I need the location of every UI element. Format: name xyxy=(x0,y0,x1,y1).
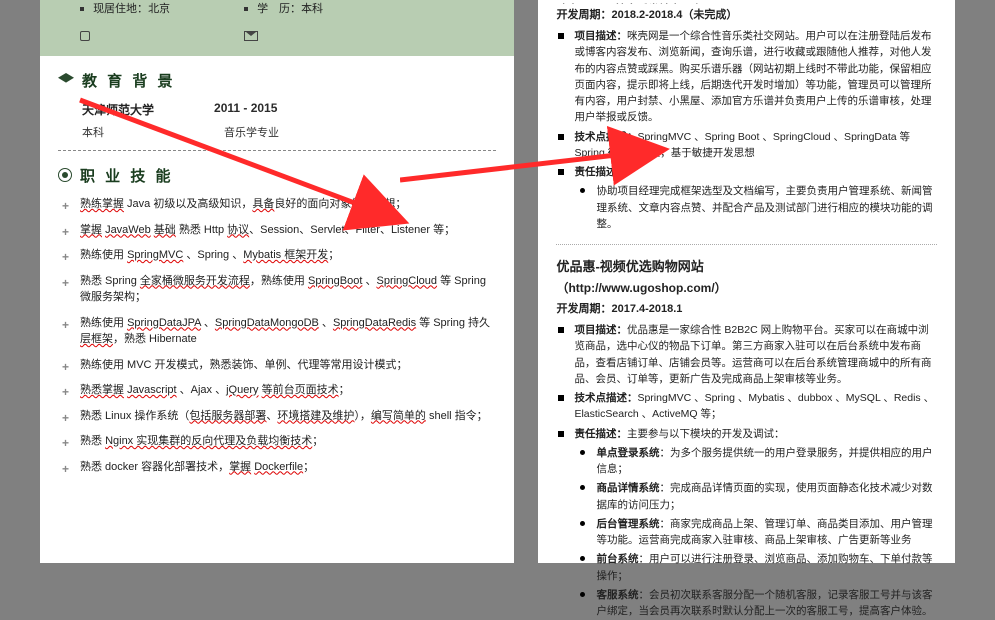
proj2-bullets: 项目描述：优品惠是一家综合性 B2B2C 网上购物平台。买家可以在商城中浏览商品… xyxy=(556,322,937,620)
edu-title-text: 教 育 背 景 xyxy=(82,73,176,90)
skill-item: 熟悉 Spring 全家桶微服务开发流程，熟练使用 SpringBoot 、Sp… xyxy=(62,273,496,306)
module-item: 客服系统：会员初次联系客服分配一个随机客服，记录客服工号并与该客户绑定，当会员再… xyxy=(592,587,937,620)
period-label: 开发周期： xyxy=(556,9,611,21)
section-skills-title: 职 业 技 能 xyxy=(58,165,496,186)
major: 音乐学专业 xyxy=(224,124,279,140)
graduation-cap-icon xyxy=(58,73,74,85)
section-education-title: 教 育 背 景 xyxy=(58,70,496,91)
period-value: 2017.4-2018.1 xyxy=(611,303,682,315)
skill-item: 熟悉 Linux 操作系统（包括服务器部署、环境搭建及维护），编写简单的 she… xyxy=(62,408,496,425)
proj1-tech: 技术点描述：SpringMVC 、Spring Boot 、SpringClou… xyxy=(570,129,937,162)
project-1: 咪壳网-项目性音乐类社交平台 开发周期：2018.2-2018.4（未完成） 项… xyxy=(556,2,937,232)
proj1-desc: 项目描述：咪壳网是一个综合性音乐类社交网站。用户可以在注册登陆后发布或博客内容发… xyxy=(570,28,937,126)
header-education: 学 历：本科 xyxy=(244,0,404,16)
edu-value: 本科 xyxy=(301,3,323,15)
school-years: 2011 - 2015 xyxy=(214,101,277,118)
period-value: 2018.2-2018.4（未完成） xyxy=(611,9,737,21)
module-item: 前台系统：用户可以进行注册登录、浏览商品、添加购物车、下单付款等操作； xyxy=(592,551,937,584)
bullet-dot xyxy=(80,7,84,11)
skill-item: 熟悉 Nginx 实现集群的反向代理及负载均衡技术； xyxy=(62,433,496,450)
divider xyxy=(58,150,496,151)
skill-item: 掌握 JavaWeb 基础 熟悉 Http 协议、Session、Servlet… xyxy=(62,222,496,239)
skill-item: 熟悉 docker 容器化部署技术，掌握 Dockerfile； xyxy=(62,459,496,476)
module-item: 商品详情系统：完成商品详情页面的实现，使用页面静态化技术减少对数据库的访问压力； xyxy=(592,480,937,513)
residence-value: 北京 xyxy=(148,3,170,15)
proj1-resp: 责任描述： 协助项目经理完成框架选型及文档编写，主要负责用户管理系统、新闻管理系… xyxy=(570,164,937,232)
proj2-url: （http://www.ugoshop.com/） xyxy=(556,279,937,298)
education-sub-row: 本科 音乐学专业 xyxy=(58,124,496,140)
skills-title-text: 职 业 技 能 xyxy=(80,168,174,185)
school-name: 天津师范大学 xyxy=(82,101,154,118)
skill-item: 熟练使用 SpringMVC 、Spring 、Mybatis 框架开发； xyxy=(62,247,496,264)
proj2-desc: 项目描述：优品惠是一家综合性 B2B2C 网上购物平台。买家可以在商城中浏览商品… xyxy=(570,322,937,387)
education-row: 天津师范大学 2011 - 2015 xyxy=(58,101,496,118)
bullet-dot xyxy=(244,7,248,11)
target-icon xyxy=(58,168,72,182)
resume-page-left: 现居住地：北京 学 历：本科 教 育 背 景 天津师范大学 2011 - 201… xyxy=(40,0,514,563)
proj1-resp-item: 协助项目经理完成框架选型及文档编写，主要负责用户管理系统、新闻管理系统、文章内容… xyxy=(592,183,937,232)
divider xyxy=(556,244,937,245)
residence-label: 现居住地： xyxy=(93,3,148,15)
proj2-period: 开发周期：2017.4-2018.1 xyxy=(556,301,937,318)
resume-page-right: 咪壳网-项目性音乐类社交平台 开发周期：2018.2-2018.4（未完成） 项… xyxy=(538,0,955,563)
mail-icon xyxy=(244,31,258,41)
module-item: 后台管理系统：商家完成商品上架、管理订单、商品类目添加、用户管理等功能。运营商完… xyxy=(592,516,937,549)
resp-intro: 主要参与以下模块的开发及调试： xyxy=(627,428,785,440)
skill-item: 熟练使用 MVC 开发模式，熟悉装饰、单例、代理等常用设计模式； xyxy=(62,357,496,374)
proj2-resp: 责任描述：主要参与以下模块的开发及调试： 单点登录系统：为多个服务提供统一的用户… xyxy=(570,426,937,620)
proj1-title: 咪壳网-项目性音乐类社交平台 xyxy=(556,2,937,4)
proj1-bullets: 项目描述：咪壳网是一个综合性音乐类社交网站。用户可以在注册登陆后发布或博客内容发… xyxy=(556,28,937,232)
edu-label: 学 历： xyxy=(257,3,301,15)
header-residence: 现居住地：北京 xyxy=(80,0,220,16)
skill-item: 熟悉掌握 Javascript 、Ajax 、jQuery 等前台页面技术； xyxy=(62,382,496,399)
proj2-tech: 技术点描述：SpringMVC 、Spring 、Mybatis 、dubbox… xyxy=(570,390,937,423)
degree: 本科 xyxy=(82,124,164,140)
header-band: 现居住地：北京 学 历：本科 xyxy=(40,0,514,56)
phone-icon xyxy=(80,31,90,41)
skill-list: 熟练掌握 Java 初级以及高级知识，具备良好的面向对象编程思想； 掌握 Java… xyxy=(58,196,496,475)
project-2: 优品惠-视频优选购物网站 （http://www.ugoshop.com/） 开… xyxy=(556,257,937,619)
period-label: 开发周期： xyxy=(556,303,611,315)
proj1-period: 开发周期：2018.2-2018.4（未完成） xyxy=(556,7,937,24)
proj2-title: 优品惠-视频优选购物网站 xyxy=(556,257,937,277)
module-item: 单点登录系统：为多个服务提供统一的用户登录服务，并提供相应的用户信息； xyxy=(592,445,937,478)
skill-item: 熟练使用 SpringDataJPA 、SpringDataMongoDB 、S… xyxy=(62,315,496,348)
skill-item: 熟练掌握 Java 初级以及高级知识，具备良好的面向对象编程思想； xyxy=(62,196,496,213)
